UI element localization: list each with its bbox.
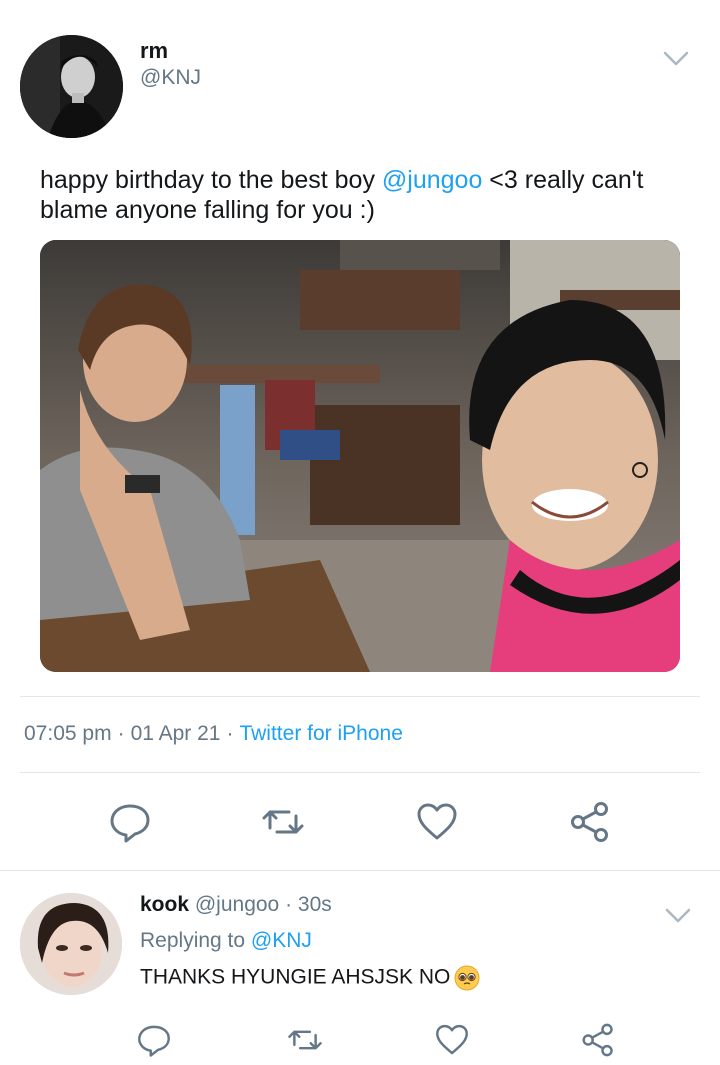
reply-header: kook @jungoo · 30s — [140, 893, 332, 917]
retweet-icon[interactable] — [261, 800, 305, 844]
mention-link[interactable]: @jungoo — [382, 166, 482, 194]
like-icon[interactable] — [434, 1022, 470, 1058]
chevron-down-icon[interactable] — [664, 907, 692, 925]
meta-separator: · — [226, 722, 234, 745]
tweet-text-start: happy birthday to the best boy — [40, 166, 382, 194]
meta-separator: · — [279, 893, 298, 916]
reply-icon[interactable] — [108, 800, 152, 844]
reply-author-avatar[interactable] — [20, 893, 122, 995]
author-name[interactable]: rm — [140, 38, 168, 64]
reply-text-content: THANKS HYUNGIE AHSJSK NO — [140, 965, 451, 989]
share-icon[interactable] — [580, 1022, 616, 1058]
divider — [20, 772, 700, 773]
retweet-icon[interactable] — [287, 1022, 323, 1058]
author-avatar[interactable] — [20, 35, 123, 138]
chevron-down-icon[interactable] — [662, 50, 690, 68]
tweet-time: 07:05 pm — [24, 722, 112, 745]
tweet-date: 01 Apr 21 — [130, 722, 221, 745]
divider — [0, 870, 720, 871]
replying-to: Replying to @KNJ — [140, 929, 312, 953]
reply-age: 30s — [297, 893, 332, 916]
share-icon[interactable] — [568, 800, 612, 844]
meta-separator: · — [117, 722, 125, 745]
tweet-text: happy birthday to the best boy @jungoo <… — [40, 165, 690, 225]
reply-author-handle[interactable]: @jungoo — [195, 893, 279, 916]
reply-text: THANKS HYUNGIE AHSJSK NO — [140, 965, 480, 991]
pleading-face-emoji — [454, 965, 480, 991]
reply-author-name[interactable]: kook — [140, 893, 189, 916]
replying-to-label: Replying to — [140, 929, 246, 952]
replying-to-mention[interactable]: @KNJ — [251, 929, 312, 952]
reply-icon[interactable] — [136, 1022, 172, 1058]
divider — [20, 696, 700, 697]
tweet-source-link[interactable]: Twitter for iPhone — [239, 722, 402, 745]
tweet-photo[interactable] — [40, 240, 680, 672]
tweet-meta: 07:05 pm · 01 Apr 21 · Twitter for iPhone — [24, 722, 403, 746]
like-icon[interactable] — [415, 800, 459, 844]
author-handle[interactable]: @KNJ — [140, 66, 201, 90]
